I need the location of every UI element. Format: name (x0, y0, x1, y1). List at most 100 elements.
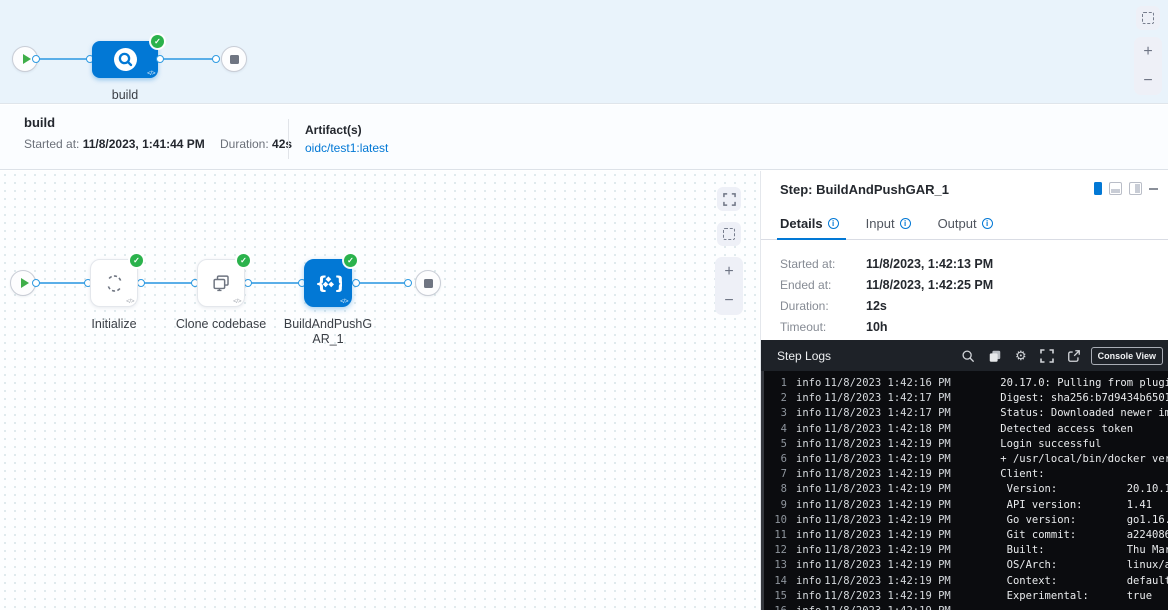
settings-gear-icon[interactable]: ⚙ (1015, 349, 1027, 362)
log-row: 16info11/8/2023 1:42:19 PM (765, 604, 1168, 610)
log-msg: Experimental: true (1000, 589, 1152, 604)
log-rows[interactable]: 1info11/8/2023 1:42:16 PM20.17.0: Pullin… (761, 371, 1168, 610)
layout-right-panel-icon[interactable] (1094, 182, 1102, 195)
log-ts: 11/8/2023 1:42:19 PM (824, 498, 958, 513)
log-lvl: info (796, 558, 821, 573)
log-lvl: info (796, 482, 821, 497)
connector-port (212, 55, 220, 63)
log-msg: Client: (1000, 467, 1044, 482)
log-ts: 11/8/2023 1:42:19 PM (824, 574, 958, 589)
info-icon[interactable] (900, 218, 911, 229)
code-glyph-icon (126, 298, 134, 305)
canvas-fullscreen-button[interactable] (717, 187, 741, 211)
info-icon[interactable] (982, 218, 993, 229)
log-msg: Detected access token (1000, 422, 1133, 437)
layout-bottom-panel-icon[interactable] (1109, 182, 1122, 195)
connector-port (32, 55, 40, 63)
step-logs-title: Step Logs (777, 349, 961, 363)
log-row: 8info11/8/2023 1:42:19 PM Version: 20.10… (765, 482, 1168, 497)
zoom-out-button[interactable]: − (1143, 73, 1152, 89)
log-row: 4info11/8/2023 1:42:18 PMDetected access… (765, 422, 1168, 437)
success-badge (151, 35, 164, 48)
stop-icon (230, 55, 239, 64)
log-row: 10info11/8/2023 1:42:19 PM Go version: g… (765, 513, 1168, 528)
detail-value: 12s (866, 299, 1168, 313)
stage-zoom-controls: + − (1134, 37, 1162, 95)
zoom-out-button[interactable]: − (724, 293, 733, 309)
log-ln: 15 (765, 589, 787, 604)
search-icon[interactable] (961, 349, 975, 363)
steps-end-node[interactable] (415, 270, 441, 296)
tab-details[interactable]: Details (780, 207, 839, 239)
log-ts: 11/8/2023 1:42:19 PM (824, 482, 958, 497)
log-msg: Context: default (1000, 574, 1168, 589)
log-msg: Git commit: a224086 (1000, 528, 1168, 543)
artifacts-label: Artifact(s) (305, 123, 362, 137)
log-msg: Go version: go1.16.15 (1000, 513, 1168, 528)
log-lvl: info (796, 406, 821, 421)
step-details-grid: Started at: 11/8/2023, 1:42:13 PM Ended … (761, 240, 1168, 334)
info-icon[interactable] (828, 218, 839, 229)
log-ln: 5 (765, 437, 787, 452)
log-ln: 10 (765, 513, 787, 528)
tab-input[interactable]: Input (866, 207, 911, 239)
log-msg: Digest: sha256:b7d9434b65010f038f8ec (1000, 391, 1168, 406)
log-row: 12info11/8/2023 1:42:19 PM Built: Thu Ma… (765, 543, 1168, 558)
build-stage-icon (114, 48, 137, 71)
detail-label: Duration: (780, 299, 866, 313)
detail-label: Ended at: (780, 278, 866, 292)
stage-started-at: Started at: 11/8/2023, 1:41:44 PM (24, 137, 205, 151)
panel-header: Step: BuildAndPushGAR_1 (761, 171, 1168, 207)
canvas-marquee-select-button[interactable] (717, 222, 741, 246)
fullscreen-icon[interactable] (1040, 349, 1054, 363)
log-msg: OS/Arch: linux/amd64 (1000, 558, 1168, 573)
pipeline-end-node[interactable] (221, 46, 247, 72)
marquee-select-button[interactable] (1136, 6, 1160, 30)
log-ln: 16 (765, 604, 787, 610)
log-ts: 11/8/2023 1:42:17 PM (824, 391, 958, 406)
log-ts: 11/8/2023 1:42:16 PM (824, 376, 958, 391)
log-ln: 2 (765, 391, 787, 406)
detail-label: Timeout: (780, 320, 866, 334)
step-node-buildandpushgar[interactable]: { } (304, 259, 352, 307)
copy-icon[interactable] (988, 349, 1002, 363)
connector-port (244, 279, 252, 287)
log-lvl: info (796, 543, 821, 558)
console-view-button[interactable]: Console View (1091, 347, 1163, 365)
zoom-in-button[interactable]: + (724, 264, 733, 280)
log-row: 14info11/8/2023 1:42:19 PM Context: defa… (765, 574, 1168, 589)
log-ts: 11/8/2023 1:42:18 PM (824, 422, 958, 437)
step-logs: Step Logs ⚙ (761, 340, 1168, 610)
artifact-link[interactable]: oidc/test1:latest (305, 141, 388, 155)
log-ln: 12 (765, 543, 787, 558)
tab-details-label: Details (780, 216, 823, 231)
minimize-panel-icon[interactable] (1149, 188, 1158, 190)
log-row: 2info11/8/2023 1:42:17 PMDigest: sha256:… (765, 391, 1168, 406)
tab-input-label: Input (866, 216, 895, 231)
code-glyph-icon (340, 298, 348, 305)
play-icon (21, 278, 29, 288)
open-external-icon[interactable] (1067, 349, 1081, 363)
play-icon (23, 54, 31, 64)
step-node-initialize[interactable] (90, 259, 138, 307)
step-label-buildandpushgar: BuildAndPushGAR_1 (282, 317, 374, 347)
log-lvl: info (796, 589, 821, 604)
detail-value: 11/8/2023, 1:42:13 PM (866, 257, 1168, 271)
log-ts: 11/8/2023 1:42:19 PM (824, 513, 958, 528)
tab-output[interactable]: Output (938, 207, 993, 239)
log-lvl: info (796, 452, 821, 467)
log-msg: Login successful (1000, 437, 1101, 452)
step-node-clone-codebase[interactable] (197, 259, 245, 307)
layout-side-panel-icon[interactable] (1129, 182, 1142, 195)
detail-value: 10h (866, 320, 1168, 334)
stage-node-build[interactable] (92, 41, 158, 78)
log-row: 11info11/8/2023 1:42:19 PM Git commit: a… (765, 528, 1168, 543)
log-ln: 14 (765, 574, 787, 589)
stage-summary-title: build (24, 115, 55, 130)
log-ts: 11/8/2023 1:42:19 PM (824, 467, 958, 482)
log-lvl: info (796, 467, 821, 482)
detail-label: Started at: (780, 257, 866, 271)
pipeline-canvas[interactable]: Initialize Clone codebase { } BuildAndPu… (0, 171, 759, 610)
zoom-in-button[interactable]: + (1143, 44, 1152, 60)
log-msg: Status: Downloaded newer image for p (1000, 406, 1168, 421)
